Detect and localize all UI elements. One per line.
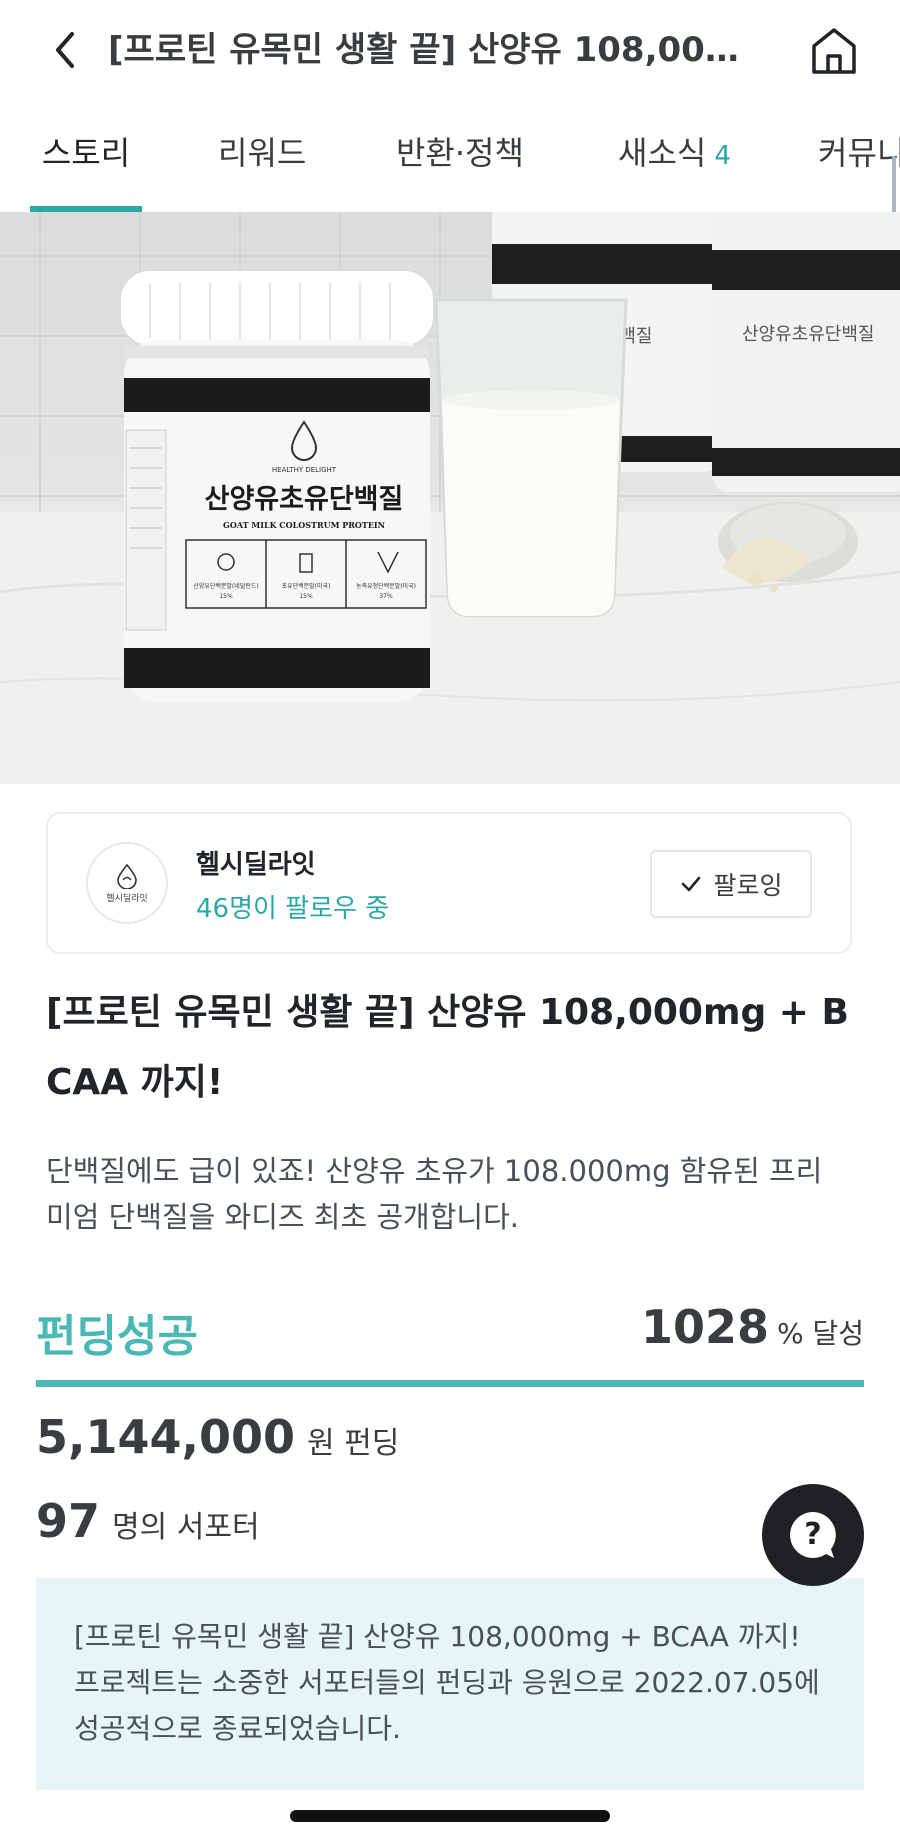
svg-text:15%: 15% [299, 593, 313, 600]
home-button[interactable] [804, 20, 864, 80]
funding-amount-unit: 원 펀딩 [307, 1426, 400, 1461]
supporter-count-value: 97 [36, 1494, 101, 1548]
achievement-rate-unit: % 달성 [776, 1317, 864, 1350]
brand-text: HEALTHY DELIGHT [272, 466, 337, 474]
tab-community-label: 커뮤니티 [818, 134, 900, 172]
maker-logo-text: 헬시딜라잇 [106, 893, 148, 904]
tab-policy[interactable]: 반환·정책 [396, 100, 524, 212]
svg-text:15%: 15% [219, 593, 233, 600]
tab-story-label: 스토리 [41, 134, 131, 172]
help-label: ? [804, 1517, 821, 1552]
funding-amount-value: 5,144,000 [36, 1410, 295, 1464]
home-indicator[interactable] [290, 1810, 610, 1822]
tab-policy-label: 반환·정책 [396, 134, 524, 172]
project-summary: 단백질에도 급이 있죠! 산양유 초유가 108.000mg 함유된 프리미엄 … [46, 1154, 823, 1234]
notice-line-3: 성공적으로 종료되었습니다. [74, 1712, 401, 1745]
drop-logo-icon [117, 863, 137, 889]
notice-line-2: 프로젝트는 소중한 서포터들의 펀딩과 응원으로 2022.07.05에 [74, 1666, 820, 1699]
maker-follower-count: 46명이 팔로우 중 [196, 894, 390, 924]
svg-text:농축유청단백분말(미국): 농축유청단백분말(미국) [356, 582, 416, 590]
funding-ended-notice: [프로틴 유목민 생활 끝] 산양유 108,000mg + BCAA 까지! … [36, 1578, 864, 1790]
supporter-count-unit: 명의 서포터 [112, 1510, 260, 1545]
notice-line-1: [프로틴 유목민 생활 끝] 산양유 108,000mg + BCAA 까지! [74, 1620, 801, 1653]
maker-name[interactable]: 헬시딜라잇 [196, 844, 316, 881]
achievement-rate: 1028% 달성 [641, 1300, 864, 1354]
tab-scrollbar[interactable] [892, 156, 896, 212]
page-title: [프로틴 유목민 생활 끝] 산양유 108,000mg + BCAA 까지! [108, 30, 758, 70]
question-chat-icon: ? [790, 1512, 836, 1558]
achievement-rate-value: 1028 [640, 1300, 769, 1354]
tab-news[interactable]: 새소식 4 [618, 100, 731, 212]
home-icon [812, 28, 856, 74]
project-title: [프로틴 유목민 생활 끝] 산양유 108,000mg + BCAA 까지! [46, 992, 849, 1103]
following-label: 팔로잉 [713, 871, 783, 900]
funding-progress-bar [36, 1380, 864, 1387]
check-icon [682, 876, 701, 892]
following-button[interactable]: 팔로잉 [650, 850, 812, 918]
tab-reward-label: 리워드 [218, 134, 307, 172]
help-chat-button[interactable]: ? [762, 1484, 864, 1586]
chevron-left-icon [56, 32, 74, 68]
product-name: 산양유초유단백질 [205, 484, 404, 515]
funding-amount: 5,144,000 원 펀딩 [36, 1410, 399, 1464]
tab-news-count: 4 [714, 141, 731, 171]
svg-text:산양유초유단백질: 산양유초유단백질 [742, 324, 874, 345]
svg-text:산양유단백분말(네덜란드): 산양유단백분말(네덜란드) [193, 582, 258, 590]
svg-text:37%: 37% [379, 593, 393, 600]
maker-logo[interactable]: 헬시딜라잇 [86, 842, 168, 924]
hero-image: 산양유초유단백질 산양유초유단백질 [0, 212, 900, 784]
maker-card[interactable]: 헬시딜라잇 헬시딜라잇 46명이 팔로우 중 팔로잉 [46, 812, 852, 954]
funding-status: 펀딩성공 [36, 1311, 198, 1362]
tab-news-label: 새소식 [618, 134, 707, 172]
product-jar: HEALTHY DELIGHT 산양유초유단백질 GOAT MILK COLOS… [119, 269, 435, 702]
tab-reward[interactable]: 리워드 [218, 100, 306, 212]
milk-glass [434, 298, 628, 618]
funding-progress-fill [36, 1380, 864, 1387]
tab-bar: 스토리 리워드 반환·정책 새소식4 커뮤니티 [0, 100, 900, 214]
svg-text:초유단백분말(미국): 초유단백분말(미국) [282, 582, 331, 590]
tab-community[interactable]: 커뮤니티 [818, 100, 900, 212]
top-app-bar: [프로틴 유목민 생활 끝] 산양유 108,000mg + BCAA 까지! [0, 0, 900, 100]
product-name-en: GOAT MILK COLOSTRUM PROTEIN [223, 520, 385, 530]
supporter-count: 97 명의 서포터 [36, 1494, 260, 1548]
tab-story[interactable]: 스토리 [30, 100, 142, 212]
back-button[interactable] [40, 20, 90, 80]
